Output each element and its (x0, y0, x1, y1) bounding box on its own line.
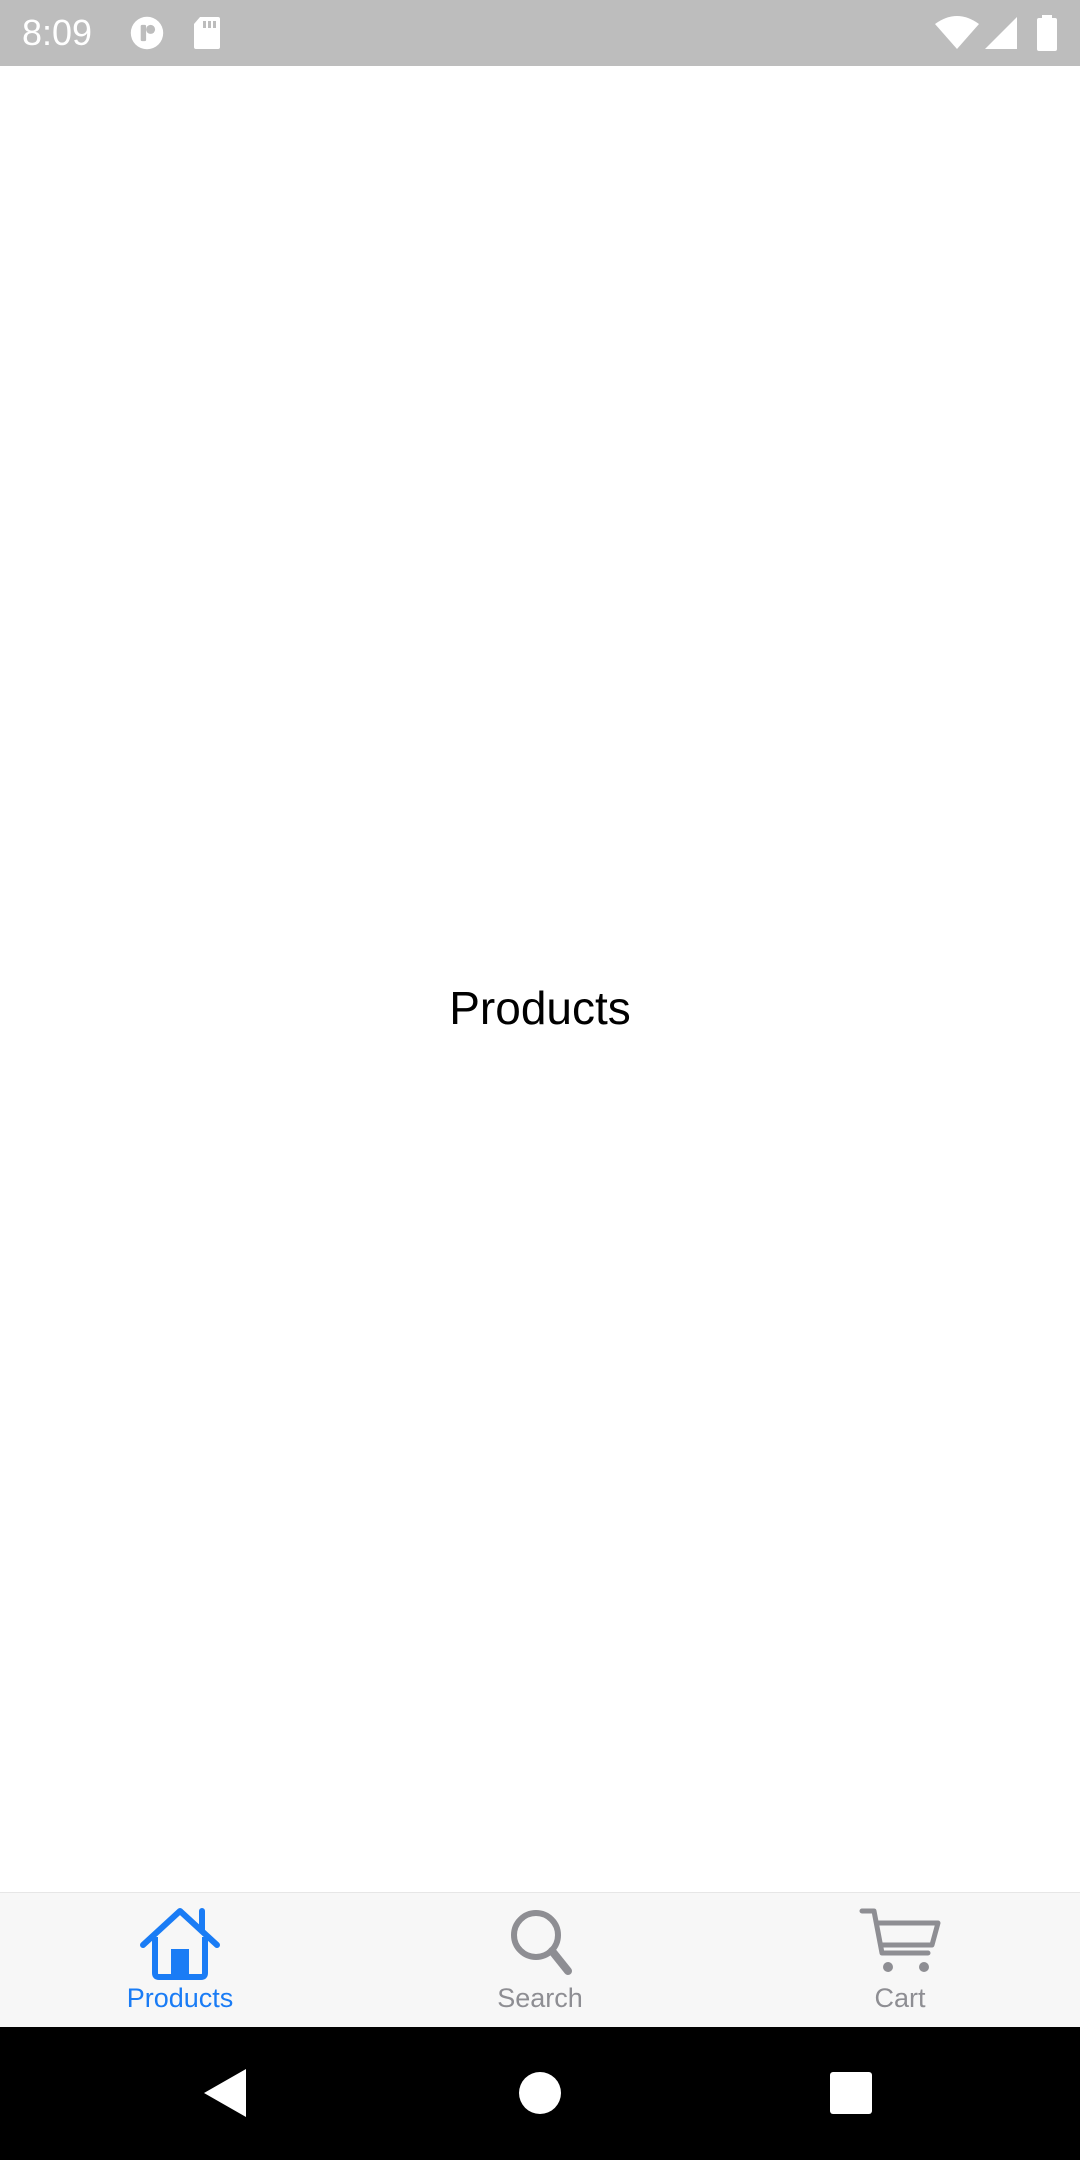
assistant-icon (130, 16, 164, 50)
page-title: Products (449, 982, 631, 1034)
sd-card-icon (194, 17, 220, 49)
bottom-tab-bar: Products Search Cart (0, 1892, 1080, 2027)
status-time: 8:09 (22, 12, 93, 53)
wifi-icon (935, 16, 979, 49)
system-nav-bar (0, 2027, 1080, 2160)
search-icon (511, 1910, 572, 1975)
back-icon[interactable] (186, 2053, 266, 2133)
tab-cart[interactable]: Cart (720, 1893, 1080, 2028)
tab-label-products: Products (126, 1983, 234, 2013)
app-screen: 8:09 Products Products Search Cart (0, 0, 1080, 2160)
tab-label-search: Search (497, 1983, 583, 2013)
products-screen: Products (0, 66, 1080, 1892)
tab-products[interactable]: Products (0, 1893, 360, 2028)
cell-signal-icon (985, 17, 1017, 49)
battery-icon (1037, 15, 1057, 51)
tab-search[interactable]: Search (360, 1893, 720, 2028)
recents-icon[interactable] (811, 2053, 891, 2133)
home-icon (140, 1908, 220, 1980)
cart-icon (859, 1908, 941, 1972)
tab-label-cart: Cart (874, 1983, 926, 2013)
status-bar: 8:09 (0, 0, 1080, 66)
home-circle-icon[interactable] (500, 2053, 580, 2133)
